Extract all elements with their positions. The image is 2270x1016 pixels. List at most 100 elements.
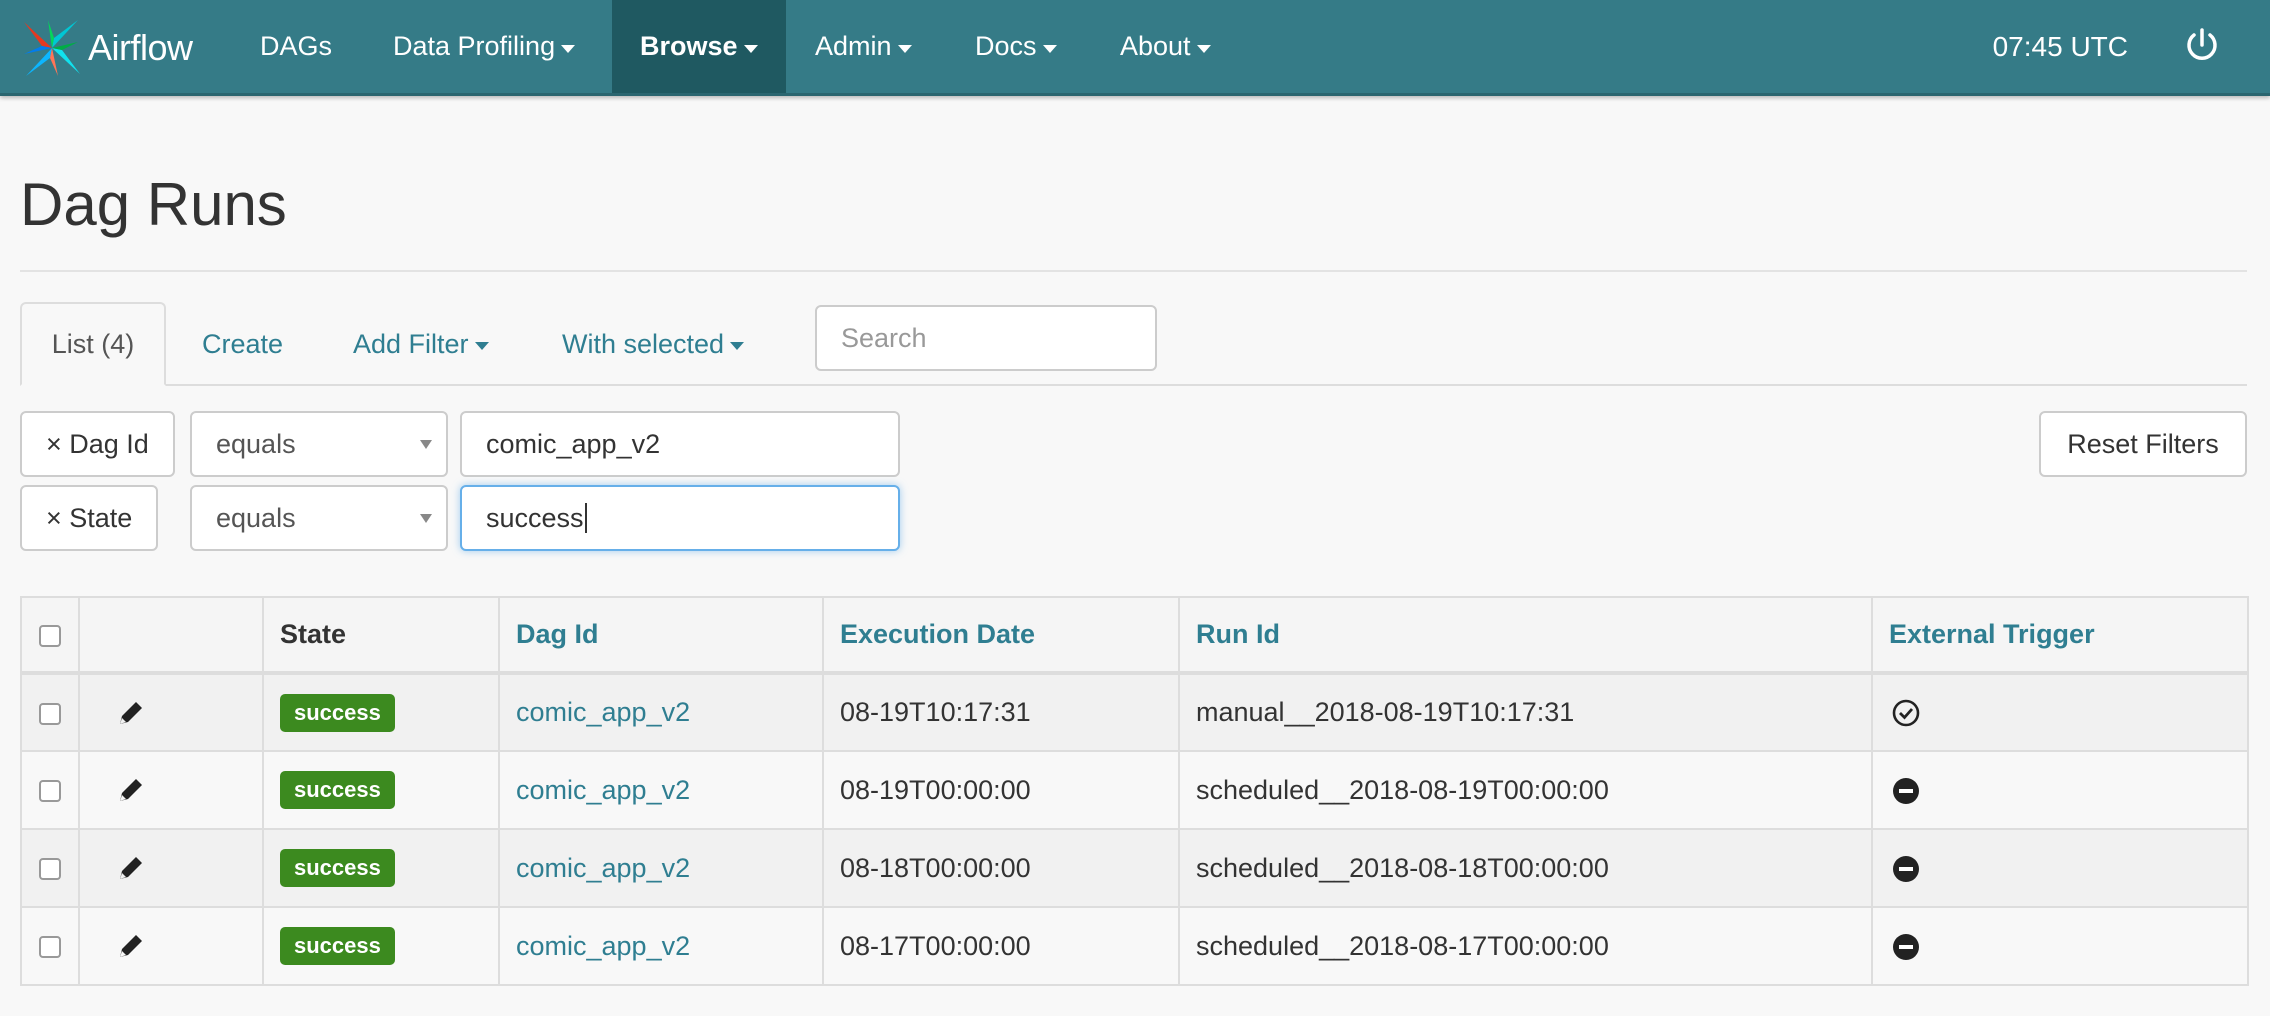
search-input[interactable]: [815, 305, 1157, 371]
row-actions-cell: [78, 906, 264, 986]
top-navbar: Airflow DAGs Data Profiling Browse Admin…: [0, 0, 2270, 96]
nav-browse[interactable]: Browse: [612, 0, 786, 93]
external-trigger-cell: [1871, 906, 2249, 986]
external-trigger-sort-header[interactable]: External Trigger: [1871, 596, 2249, 675]
text-cursor: [584, 503, 587, 533]
filter-state-value: success: [486, 502, 584, 533]
add-filter-label: Add Filter: [353, 328, 469, 359]
run-id-sort-header[interactable]: Run Id: [1178, 596, 1873, 675]
nav-data-profiling-label: Data Profiling: [393, 31, 556, 61]
state-badge: success: [280, 693, 395, 732]
state-cell: success: [262, 906, 500, 986]
nav-dags[interactable]: DAGs: [232, 0, 360, 93]
power-icon[interactable]: [2182, 26, 2222, 66]
row-checkbox[interactable]: [39, 936, 61, 959]
state-badge: success: [280, 927, 395, 965]
state-header: State: [262, 596, 500, 675]
check-circle-icon: [1892, 700, 1920, 727]
row-checkbox[interactable]: [39, 858, 61, 881]
minus-circle-icon: [1893, 777, 1919, 804]
select-caret-icon: [420, 440, 432, 449]
filter-operator-select[interactable]: equals: [190, 411, 448, 477]
caret-down-icon: [897, 44, 912, 53]
state-badge: success: [280, 771, 395, 809]
row-select-cell: [20, 750, 80, 830]
caret-down-icon: [1196, 44, 1211, 53]
remove-filter-dag-id-button[interactable]: × Dag Id: [20, 411, 175, 477]
run-id-cell: scheduled__2018-08-18T00:00:00: [1178, 828, 1873, 908]
row-checkbox[interactable]: [39, 780, 61, 803]
nav-dags-label: DAGs: [260, 31, 333, 61]
reset-filters-button[interactable]: Reset Filters: [2039, 411, 2247, 477]
filter-state-input[interactable]: success: [460, 485, 900, 551]
row-checkbox[interactable]: [39, 702, 61, 725]
nav-about[interactable]: About: [1092, 0, 1239, 93]
nav-admin[interactable]: Admin: [787, 0, 940, 93]
pencil-icon[interactable]: [114, 696, 148, 730]
pencil-icon[interactable]: [114, 773, 148, 807]
row-actions-cell: [78, 750, 264, 830]
state-cell: success: [262, 750, 500, 830]
pencil-icon[interactable]: [114, 929, 148, 963]
caret-down-icon: [474, 342, 489, 350]
execution-date-sort-header[interactable]: Execution Date: [822, 596, 1180, 675]
table-header-row: State Dag Id Execution Date Run Id Exter…: [20, 596, 2249, 675]
state-cell: success: [262, 672, 500, 752]
nav-docs-label: Docs: [975, 31, 1037, 61]
nav-admin-label: Admin: [815, 31, 892, 61]
state-badge: success: [280, 849, 395, 887]
dag-id-link[interactable]: comic_app_v2: [516, 775, 690, 805]
nav-browse-label: Browse: [640, 31, 738, 61]
run-id-cell: scheduled__2018-08-19T00:00:00: [1178, 750, 1873, 830]
filter-dag-id-input[interactable]: comic_app_v2: [460, 411, 900, 477]
filter-dag-id-value: comic_app_v2: [486, 428, 661, 459]
table-row: success comic_app_v2 08-19T10:17:31 manu…: [20, 672, 2249, 752]
row-actions-cell: [78, 828, 264, 908]
table-row: success comic_app_v2 08-18T00:00:00 sche…: [20, 828, 2249, 908]
dag-id-cell: comic_app_v2: [498, 672, 824, 752]
brand-name: Airflow: [88, 27, 193, 68]
execution-date-cell: 08-19T10:17:31: [822, 672, 1180, 752]
tab-list[interactable]: List (4): [20, 302, 166, 386]
nav-data-profiling[interactable]: Data Profiling: [365, 0, 603, 93]
title-divider: [20, 270, 2247, 272]
dag-id-link[interactable]: comic_app_v2: [516, 697, 690, 727]
select-all-cell: [20, 596, 80, 675]
add-filter-dropdown[interactable]: Add Filter: [353, 302, 489, 386]
dag-runs-table: State Dag Id Execution Date Run Id Exter…: [20, 596, 2249, 986]
nav-about-label: About: [1120, 31, 1191, 61]
dag-id-link[interactable]: comic_app_v2: [516, 853, 690, 883]
minus-circle-icon: [1893, 855, 1919, 882]
select-all-checkbox[interactable]: [39, 624, 61, 647]
dag-id-cell: comic_app_v2: [498, 906, 824, 986]
dag-id-cell: comic_app_v2: [498, 750, 824, 830]
external-trigger-cell: [1871, 750, 2249, 830]
filter-operator-value: equals: [216, 428, 296, 459]
filter-operator-select[interactable]: equals: [190, 485, 448, 551]
table-row: success comic_app_v2 08-17T00:00:00 sche…: [20, 906, 2249, 986]
with-selected-label: With selected: [562, 328, 725, 359]
tab-create[interactable]: Create: [202, 302, 283, 386]
run-id-cell: scheduled__2018-08-17T00:00:00: [1178, 906, 1873, 986]
dag-id-cell: comic_app_v2: [498, 828, 824, 908]
filter-operator-value: equals: [216, 502, 296, 533]
row-select-cell: [20, 828, 80, 908]
brand-link[interactable]: Airflow: [20, 10, 193, 86]
pencil-icon[interactable]: [114, 851, 148, 885]
execution-date-cell: 08-19T00:00:00: [822, 750, 1180, 830]
state-cell: success: [262, 828, 500, 908]
external-trigger-cell: [1871, 828, 2249, 908]
dag-id-link[interactable]: comic_app_v2: [516, 931, 690, 961]
minus-circle-icon: [1893, 933, 1919, 960]
dag-id-sort-header[interactable]: Dag Id: [498, 596, 824, 675]
external-trigger-cell: [1871, 672, 2249, 752]
execution-date-cell: 08-18T00:00:00: [822, 828, 1180, 908]
remove-filter-state-button[interactable]: × State: [20, 485, 159, 551]
with-selected-dropdown[interactable]: With selected: [562, 302, 745, 386]
caret-down-icon: [1042, 44, 1057, 53]
page-title: Dag Runs: [20, 171, 287, 238]
airflow-logo-icon: [24, 20, 80, 76]
select-caret-icon: [420, 514, 432, 523]
table-row: success comic_app_v2 08-19T00:00:00 sche…: [20, 750, 2249, 830]
nav-docs[interactable]: Docs: [947, 0, 1085, 93]
